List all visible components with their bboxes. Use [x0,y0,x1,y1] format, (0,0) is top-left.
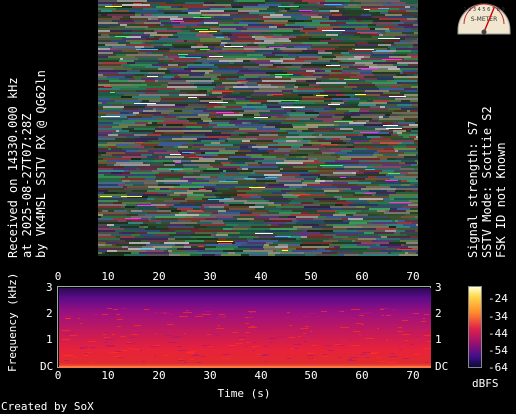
freq-tick-right: 1 [435,333,442,346]
time-tick-bottom: 0 [54,369,62,382]
freq-tick-left: 1 [46,333,53,346]
freq-tick-left: DC [40,360,54,373]
receive-info-line3: by VK4MSL SSTV RX @ QG62ln [34,70,48,258]
time-tick-bottom: 50 [304,369,318,382]
time-tick-top: 20 [152,270,166,283]
colorbar-tick: -24 [488,292,508,305]
meter-label: S-METER [471,16,498,23]
freq-tick-right: 3 [435,281,442,294]
receive-info-line1: Received on 14330.000 kHz [6,77,20,258]
meter-scale: 1 2 3 4 5 6 7 8 9 [463,7,504,13]
receive-info-line2: at 2025-08-27T07:28Z [20,113,34,259]
x-axis-label: Time (s) [217,387,271,400]
time-tick-top: 70 [406,270,420,283]
colorbar-unit: dBFS [472,377,499,390]
signal-strength: Signal strength: S7 [466,120,480,258]
time-tick-bottom: 20 [152,369,166,382]
colorbar [468,286,482,368]
time-tick-top: 30 [203,270,217,283]
colorbar-tick: -64 [488,361,508,374]
y-axis-label: Frequency (kHz) [6,272,19,372]
s-meter-icon: 1 2 3 4 5 6 7 8 9 S-METER [456,0,512,36]
time-tick-bottom: 30 [203,369,217,382]
footer-credit: Created by SoX [1,400,94,413]
freq-tick-right: 2 [435,307,442,320]
sstv-mode: SSTV Mode: Scottie S2 [480,106,494,258]
freq-tick-right: DC [435,360,449,373]
colorbar-tick: -44 [488,327,508,340]
time-tick-top: 40 [254,270,268,283]
colorbar-tick: -34 [488,310,508,323]
spectrogram [57,286,431,368]
time-tick-top: 50 [304,270,318,283]
time-tick-bottom: 60 [355,369,369,382]
time-tick-top: 0 [54,270,62,283]
freq-tick-left: 2 [46,307,53,320]
time-tick-top: 60 [355,270,369,283]
time-tick-bottom: 40 [254,369,268,382]
freq-tick-left: 3 [46,281,53,294]
fsk-id: FSK ID not Known [494,142,508,258]
time-tick-top: 10 [101,270,115,283]
time-tick-bottom: 70 [406,369,420,382]
time-tick-bottom: 10 [101,369,115,382]
colorbar-tick: -54 [488,344,508,357]
sstv-decoded-image [98,0,418,256]
